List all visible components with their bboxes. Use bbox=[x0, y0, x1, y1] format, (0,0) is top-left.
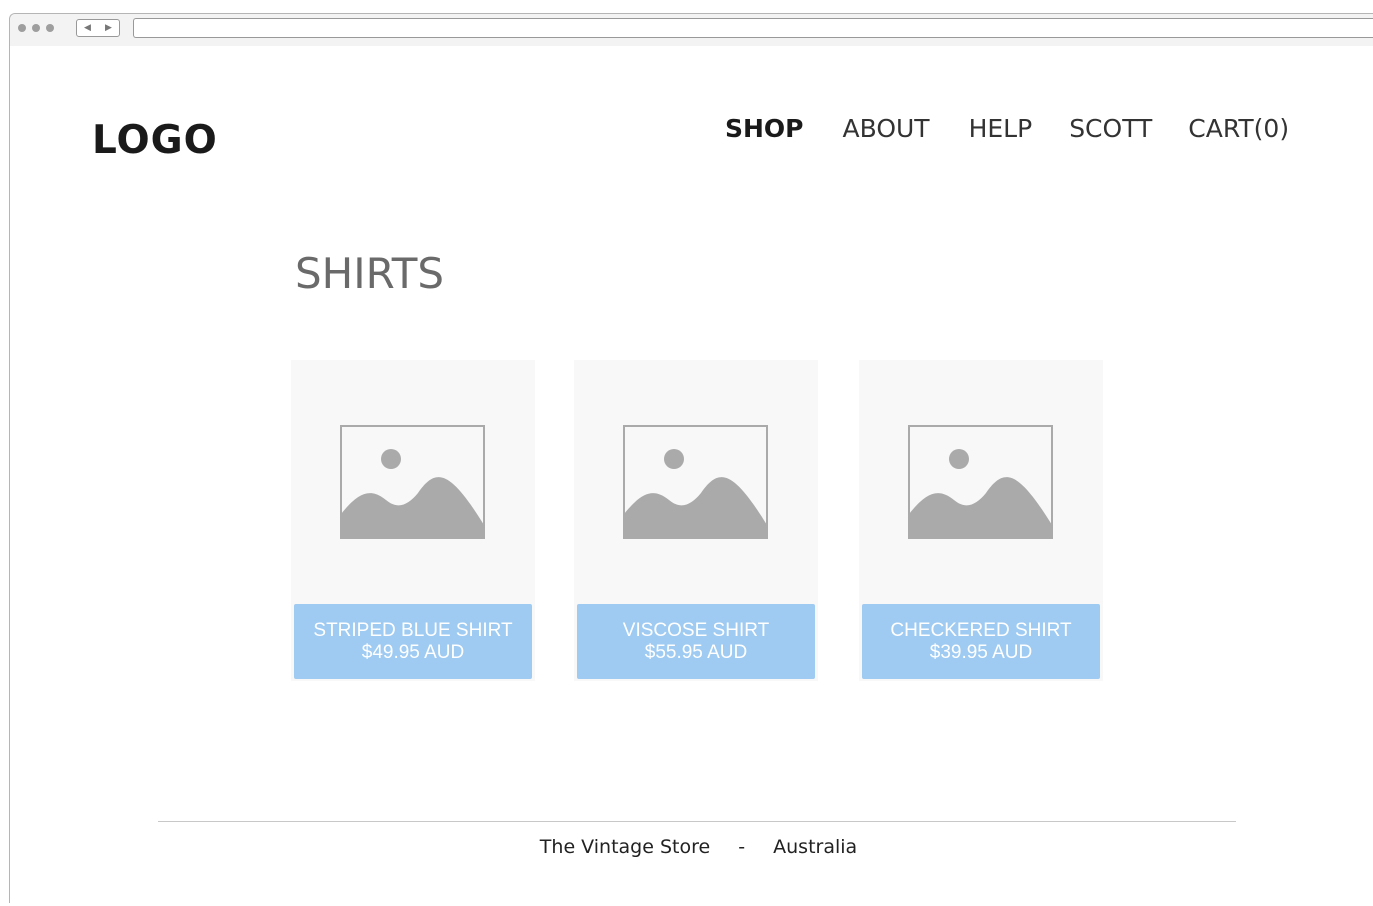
browser-window: ◀ ▶ LOGO SHOP ABOUT HELP SCOTT CART(0) S… bbox=[9, 13, 1373, 906]
window-controls bbox=[18, 24, 54, 32]
footer-divider bbox=[158, 821, 1236, 822]
product-price: $55.95 AUD bbox=[644, 641, 748, 663]
chevron-right-icon[interactable]: ▶ bbox=[105, 23, 112, 33]
minimize-window-dot[interactable] bbox=[32, 24, 40, 32]
product-card[interactable]: VISCOSE SHIRT $55.95 AUD bbox=[574, 360, 818, 681]
nav-item-help[interactable]: HELP bbox=[969, 114, 1033, 143]
browser-toolbar: ◀ ▶ bbox=[10, 14, 1373, 46]
product-button[interactable]: STRIPED BLUE SHIRT $49.95 AUD bbox=[294, 604, 532, 679]
product-button[interactable]: CHECKERED SHIRT $39.95 AUD bbox=[862, 604, 1100, 679]
image-placeholder-icon bbox=[340, 425, 485, 539]
nav-item-account[interactable]: SCOTT bbox=[1069, 114, 1152, 143]
image-placeholder-icon bbox=[908, 425, 1053, 539]
main-navigation: SHOP ABOUT HELP SCOTT CART(0) bbox=[725, 114, 1289, 143]
footer-country: Australia bbox=[773, 836, 858, 858]
site-logo[interactable]: LOGO bbox=[92, 118, 218, 163]
maximize-window-dot[interactable] bbox=[46, 24, 54, 32]
product-card[interactable]: CHECKERED SHIRT $39.95 AUD bbox=[859, 360, 1103, 681]
nav-item-shop[interactable]: SHOP bbox=[725, 114, 804, 143]
address-bar[interactable] bbox=[133, 18, 1373, 38]
nav-item-cart[interactable]: CART(0) bbox=[1188, 114, 1289, 143]
footer-separator: - bbox=[738, 836, 746, 858]
product-card[interactable]: STRIPED BLUE SHIRT $49.95 AUD bbox=[291, 360, 535, 681]
nav-item-about[interactable]: ABOUT bbox=[843, 114, 930, 143]
close-window-dot[interactable] bbox=[18, 24, 26, 32]
product-button[interactable]: VISCOSE SHIRT $55.95 AUD bbox=[577, 604, 815, 679]
product-price: $49.95 AUD bbox=[361, 641, 465, 663]
history-navigation: ◀ ▶ bbox=[76, 19, 120, 37]
product-name: CHECKERED SHIRT bbox=[890, 619, 1072, 641]
product-name: STRIPED BLUE SHIRT bbox=[313, 619, 513, 641]
site-footer: The Vintage Store - Australia bbox=[10, 836, 1373, 858]
product-price: $39.95 AUD bbox=[929, 641, 1033, 663]
page-content: LOGO SHOP ABOUT HELP SCOTT CART(0) SHIRT… bbox=[10, 46, 1373, 906]
image-placeholder-icon bbox=[623, 425, 768, 539]
product-name: VISCOSE SHIRT bbox=[622, 619, 770, 641]
page-title: SHIRTS bbox=[295, 249, 445, 298]
footer-store-name: The Vintage Store bbox=[539, 836, 711, 858]
chevron-left-icon[interactable]: ◀ bbox=[84, 23, 91, 33]
